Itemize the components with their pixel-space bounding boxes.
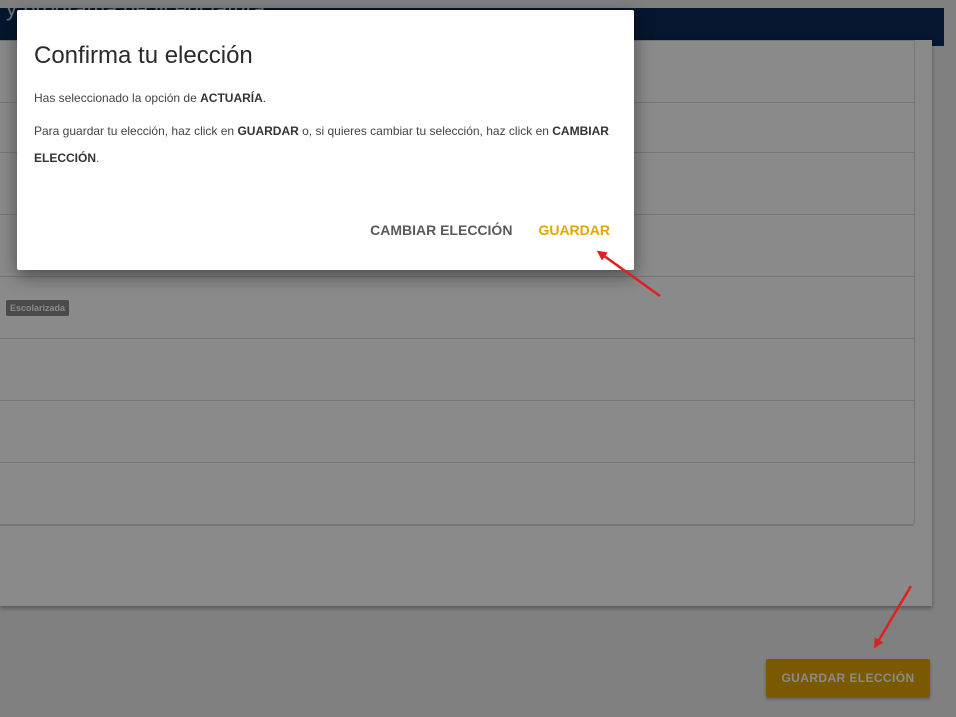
text-segment: o, si quieres cambiar tu selección, haz … <box>298 124 553 138</box>
guardar-keyword: GUARDAR <box>237 124 299 138</box>
dialog-selection-text: Has seleccionado la opción de ACTUARÍA. <box>34 85 618 112</box>
confirm-dialog: Confirma tu elección Has seleccionado la… <box>17 10 634 270</box>
text-segment: . <box>96 151 100 165</box>
text-segment: . <box>262 91 267 105</box>
selected-option: ACTUARÍA <box>200 91 263 105</box>
save-button[interactable]: GUARDAR <box>538 222 610 238</box>
dialog-instructions: Para guardar tu elección, haz click en G… <box>34 118 618 172</box>
dialog-actions: CAMBIAR ELECCIÓN GUARDAR <box>370 222 610 238</box>
dialog-title: Confirma tu elección <box>34 42 253 69</box>
change-choice-button[interactable]: CAMBIAR ELECCIÓN <box>370 222 512 238</box>
text-segment: Has seleccionado la opción de <box>34 91 201 105</box>
text-segment: Para guardar tu elección, haz click en <box>34 124 238 138</box>
